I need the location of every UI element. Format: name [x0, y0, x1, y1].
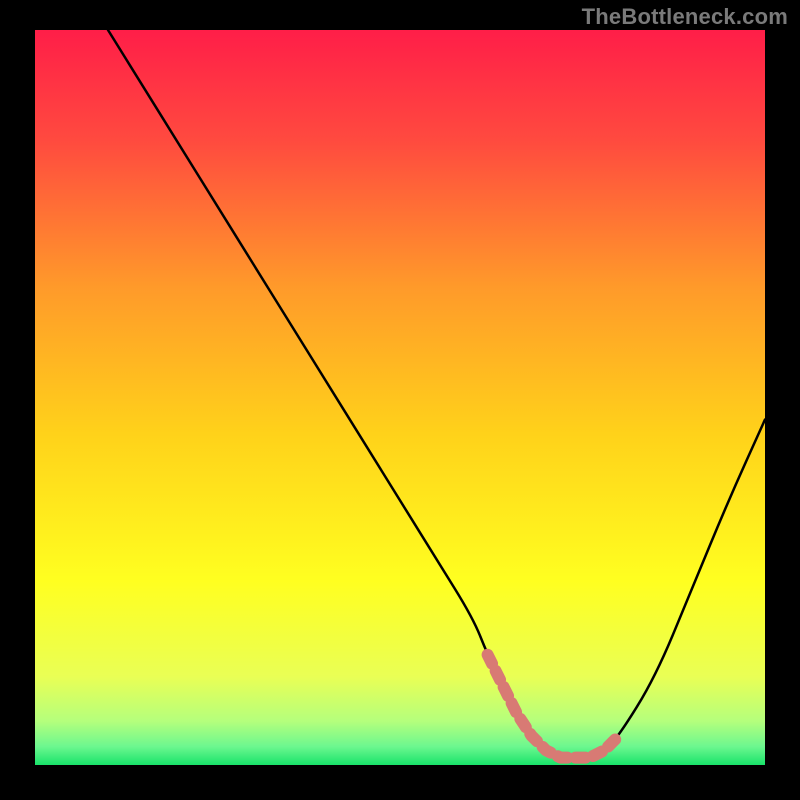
optimal-range-marker: [488, 655, 619, 758]
bottleneck-chart: [35, 30, 765, 765]
chart-curve-layer: [35, 30, 765, 765]
watermark-text: TheBottleneck.com: [582, 4, 788, 30]
bottleneck-curve: [108, 30, 765, 758]
